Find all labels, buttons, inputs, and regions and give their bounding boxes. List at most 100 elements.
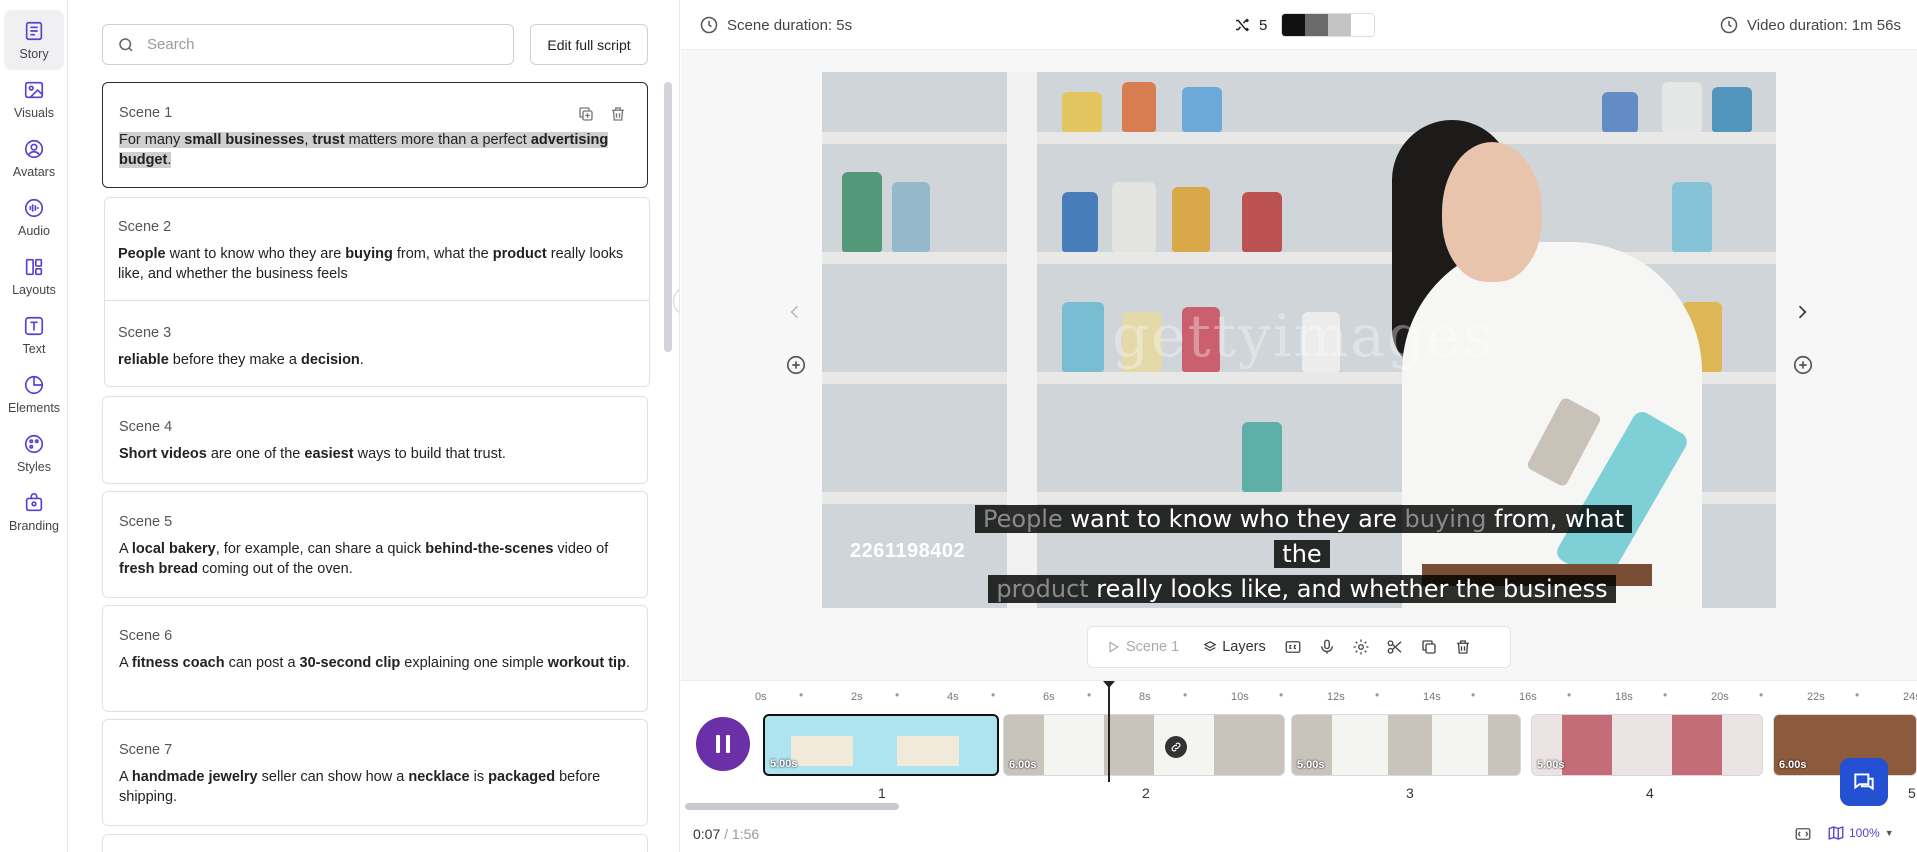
timeline-scrollbar[interactable] <box>685 803 899 810</box>
nav-item-styles[interactable]: Styles <box>4 423 64 483</box>
nav-item-elements[interactable]: Elements <box>4 364 64 424</box>
scene-script[interactable]: People want to know who they are buying … <box>118 244 632 284</box>
product-bottle <box>1182 87 1222 132</box>
product-bottle <box>1602 92 1638 132</box>
scene-card-5[interactable]: Scene 5 A local bakery, for example, can… <box>102 491 648 598</box>
search-box[interactable] <box>102 24 514 65</box>
scene-script[interactable]: A fitness coach can post a 30-second cli… <box>119 653 631 673</box>
duplicate-icon[interactable] <box>577 105 595 123</box>
trash-icon[interactable] <box>1454 638 1472 656</box>
ruler-tick: 16s <box>1519 691 1537 703</box>
product-bottle <box>1062 302 1104 372</box>
color-palette[interactable] <box>1281 13 1376 37</box>
caption-word: really looks like, and whether the busin… <box>1096 575 1608 603</box>
scene-script[interactable]: A local bakery, for example, can share a… <box>119 539 631 579</box>
product-bottle <box>1062 192 1098 252</box>
keyword: packaged <box>488 769 556 785</box>
scene-card-7[interactable]: Scene 7 A handmade jewelry seller can sh… <box>102 719 648 826</box>
video-preview[interactable]: gettyimages 2261198402 People want to kn… <box>822 72 1776 608</box>
scene-script[interactable]: Short videos are one of the easiest ways… <box>119 444 631 464</box>
product-bottle <box>1112 182 1156 252</box>
nav-item-branding[interactable]: Branding <box>4 482 64 542</box>
nav-item-layouts[interactable]: Layouts <box>4 246 64 306</box>
unlink-scenes-button[interactable] <box>673 286 679 316</box>
chevron-left-icon[interactable] <box>785 302 805 322</box>
scene-card-6[interactable]: Scene 6 A fitness coach can post a 30-se… <box>102 605 648 712</box>
playhead[interactable] <box>1103 681 1115 782</box>
scene-word: seller can show how a <box>257 769 409 785</box>
timeline-clip-2[interactable]: 6.00s <box>1003 714 1285 776</box>
shuffle-count: 5 <box>1259 16 1268 34</box>
keyword: fitness coach <box>131 655 225 671</box>
chat-support-button[interactable] <box>1840 758 1888 806</box>
clip-thumbnail <box>897 736 959 766</box>
scene-word: ways to build that trust. <box>353 446 506 462</box>
ruler-dot: • <box>1087 688 1092 702</box>
ruler-tick: 2s <box>851 691 863 703</box>
add-scene-after-icon[interactable] <box>1792 354 1814 376</box>
scene-script[interactable]: For many small businesses, trust matters… <box>119 130 631 170</box>
timeline-clip-1[interactable]: 5.00s <box>763 714 999 776</box>
scene-card-8[interactable] <box>102 834 648 852</box>
fit-timeline-icon[interactable] <box>1793 825 1813 843</box>
scene-word: matters more than a perfect <box>344 132 531 148</box>
current-time: 0:07 <box>693 826 721 842</box>
zoom-control[interactable]: 100% ▼ <box>1827 824 1894 842</box>
nav-label-avatars: Avatars <box>12 164 56 179</box>
chevron-right-icon[interactable] <box>1792 302 1812 322</box>
scene-word: For many <box>119 132 185 148</box>
duplicate-icon[interactable] <box>1420 638 1438 656</box>
search-input[interactable] <box>147 36 487 53</box>
scene-script[interactable]: A handmade jewelry seller can show how a… <box>119 767 631 807</box>
ruler-tick: 22s <box>1807 691 1825 703</box>
clip-duration: 5.00s <box>1297 759 1325 771</box>
nav-item-visuals[interactable]: Visuals <box>4 69 64 129</box>
pause-button[interactable] <box>696 717 750 771</box>
timeline-clip-4[interactable]: 5.00s <box>1531 714 1763 776</box>
scene-list-scrollbar[interactable] <box>664 82 672 352</box>
scene-title: Scene 3 <box>118 325 172 341</box>
ruler-tick: 14s <box>1423 691 1441 703</box>
clip-thumbnail <box>1672 715 1722 775</box>
trash-icon[interactable] <box>609 105 627 123</box>
scissors-icon[interactable] <box>1386 638 1404 656</box>
ruler-dot: • <box>1183 688 1188 702</box>
timeline-clip-3[interactable]: 5.00s <box>1291 714 1521 776</box>
scene-panel: Edit full script Scene 1 For many small … <box>68 0 680 852</box>
keyword: 30-second clip <box>299 655 401 671</box>
microphone-icon[interactable] <box>1318 638 1336 656</box>
scene-card-4[interactable]: Scene 4 Short videos are one of the easi… <box>102 396 648 484</box>
scene-card-3[interactable]: Scene 3 reliable before they make a deci… <box>102 303 648 387</box>
scene-card-1[interactable]: Scene 1 For many small businesses, trust… <box>102 82 648 188</box>
add-scene-before-icon[interactable] <box>785 354 807 376</box>
video-caption[interactable]: People want to know who they are buying … <box>975 502 1633 608</box>
shuffle-palette-control[interactable]: 5 <box>1233 13 1376 37</box>
timeline-ruler[interactable]: 0s • 2s • 4s • 6s • 8s • 10s • 12s • 14s… <box>755 687 1917 707</box>
clip-duration: 6.00s <box>1779 759 1807 771</box>
product-bottle <box>842 172 882 252</box>
scene-card-2[interactable]: Scene 2 People want to know who they are… <box>102 197 648 301</box>
scene-word: coming out of the oven. <box>197 561 353 577</box>
settings-icon[interactable] <box>1352 638 1370 656</box>
ruler-tick: 24s <box>1903 691 1917 703</box>
caption-line-1: People want to know who they are buying … <box>975 505 1633 568</box>
play-scene-button[interactable]: Scene 1 <box>1106 639 1179 655</box>
scene-script[interactable]: reliable before they make a decision. <box>118 350 632 370</box>
nav-item-avatars[interactable]: Avatars <box>4 128 64 188</box>
clip-number: 5 <box>1908 785 1916 801</box>
clip-number: 1 <box>878 785 886 801</box>
nav-item-story[interactable]: Story <box>4 10 64 70</box>
nav-label-styles: Styles <box>16 459 52 474</box>
product-bottle <box>1242 422 1282 492</box>
captions-icon[interactable] <box>1284 638 1302 656</box>
layers-button[interactable]: Layers <box>1203 639 1266 655</box>
product-bottle <box>1662 82 1702 132</box>
clip-link-button[interactable] <box>1165 736 1187 758</box>
edit-full-script-button[interactable]: Edit full script <box>530 24 648 65</box>
nav-item-audio[interactable]: Audio <box>4 187 64 247</box>
nav-item-text[interactable]: Text <box>4 305 64 365</box>
timeline[interactable]: 0s • 2s • 4s • 6s • 8s • 10s • 12s • 14s… <box>681 680 1917 852</box>
total-time: / 1:56 <box>724 826 760 842</box>
chevron-down-icon: ▼ <box>1884 828 1894 838</box>
scene-word: . <box>359 352 364 368</box>
